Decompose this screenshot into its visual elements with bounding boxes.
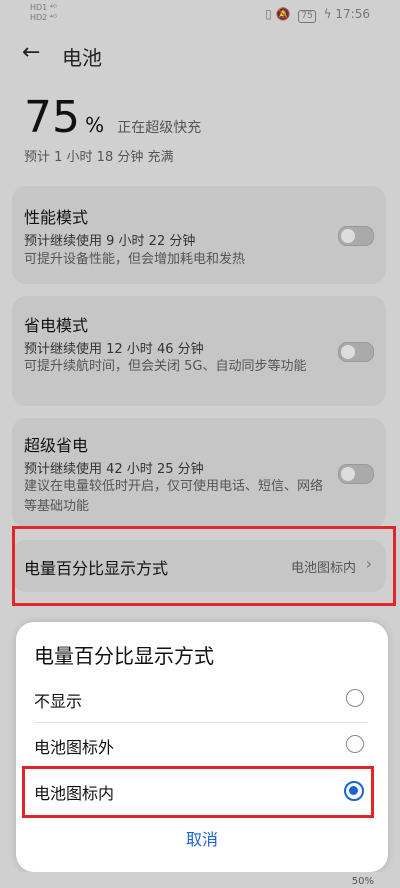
mode-title: 省电模式: [24, 316, 89, 335]
sim1-signal: HD1 ⁴ᴳ: [30, 3, 57, 12]
radio-button[interactable]: [346, 735, 364, 753]
performance-mode-card[interactable]: 性能模式 预计继续使用 9 小时 22 分钟 可提升设备性能，但会增加耗电和发热: [12, 186, 386, 284]
option-label: 不显示: [34, 692, 83, 711]
cancel-button[interactable]: 取消: [16, 826, 388, 850]
charge-estimate: 预计 1 小时 18 分钟 充满: [24, 150, 174, 165]
mode-title: 性能模式: [24, 208, 89, 227]
option-hide[interactable]: 不显示: [34, 676, 368, 722]
battery-summary: 75 % 正在超级快充: [24, 94, 201, 142]
status-bar: HD1 ⁴ᴳ HD2 ⁴ᴳ ▯ 🔕 75 ϟ 17:56: [0, 0, 400, 28]
page-header: ← 电池: [0, 34, 400, 74]
mode-usage: 预计继续使用 9 小时 22 分钟: [24, 234, 196, 249]
sim2-signal: HD2 ⁴ᴳ: [30, 13, 57, 22]
mode-usage: 预计继续使用 12 小时 46 分钟: [24, 342, 204, 357]
page-title: 电池: [62, 46, 102, 70]
power-saving-card[interactable]: 省电模式 预计继续使用 12 小时 46 分钟 可提升续航时间，但会关闭 5G、…: [12, 296, 386, 406]
mute-icon: 🔕: [275, 7, 291, 21]
toggle-knob: [341, 467, 355, 481]
charging-state: 正在超级快充: [117, 120, 202, 136]
back-arrow-icon[interactable]: ←: [22, 40, 40, 65]
vibrate-icon: ▯: [265, 7, 272, 21]
highlight-box: [12, 526, 396, 606]
mode-desc: 可提升设备性能，但会增加耗电和发热: [24, 252, 246, 267]
ultra-power-saving-toggle[interactable]: [338, 464, 374, 484]
dialog-title: 电量百分比显示方式: [34, 644, 214, 668]
clock: 17:56: [335, 7, 370, 21]
option-label: 电池图标外: [34, 738, 115, 757]
status-right: ▯ 🔕 75 ϟ 17:56: [265, 7, 370, 23]
mode-title: 超级省电: [24, 436, 89, 455]
usage-chart-peek: [0, 872, 400, 888]
radio-button[interactable]: [346, 689, 364, 707]
toggle-knob: [341, 345, 355, 359]
ultra-power-saving-card[interactable]: 超级省电 预计继续使用 42 小时 25 分钟 建议在电量较低时开启，仅可使用电…: [12, 418, 386, 528]
battery-percent: 75: [24, 92, 80, 143]
percent-sign: %: [85, 113, 105, 137]
battery-status-icon: 75: [298, 10, 316, 23]
highlight-box-selected: [22, 766, 374, 818]
battery-settings-screen: HD1 ⁴ᴳ HD2 ⁴ᴳ ▯ 🔕 75 ϟ 17:56 ← 电池 75 % 正…: [0, 0, 400, 888]
signal-indicators: HD1 ⁴ᴳ HD2 ⁴ᴳ: [30, 3, 57, 23]
performance-mode-toggle[interactable]: [338, 226, 374, 246]
power-saving-toggle[interactable]: [338, 342, 374, 362]
charging-icon: ϟ: [323, 7, 332, 21]
percent-display-dialog: 电量百分比显示方式 不显示 电池图标外 电池图标内 取消: [16, 622, 388, 872]
mode-desc: 可提升续航时间，但会关闭 5G、自动同步等功能: [24, 359, 307, 374]
mode-usage: 预计继续使用 42 小时 25 分钟: [24, 462, 204, 477]
mode-desc: 建议在电量较低时开启，仅可使用电话、短信、网络等基础功能: [24, 479, 324, 514]
option-outside-icon[interactable]: 电池图标外: [34, 722, 368, 768]
toggle-knob: [341, 229, 355, 243]
chart-axis-label: 50%: [351, 876, 374, 887]
